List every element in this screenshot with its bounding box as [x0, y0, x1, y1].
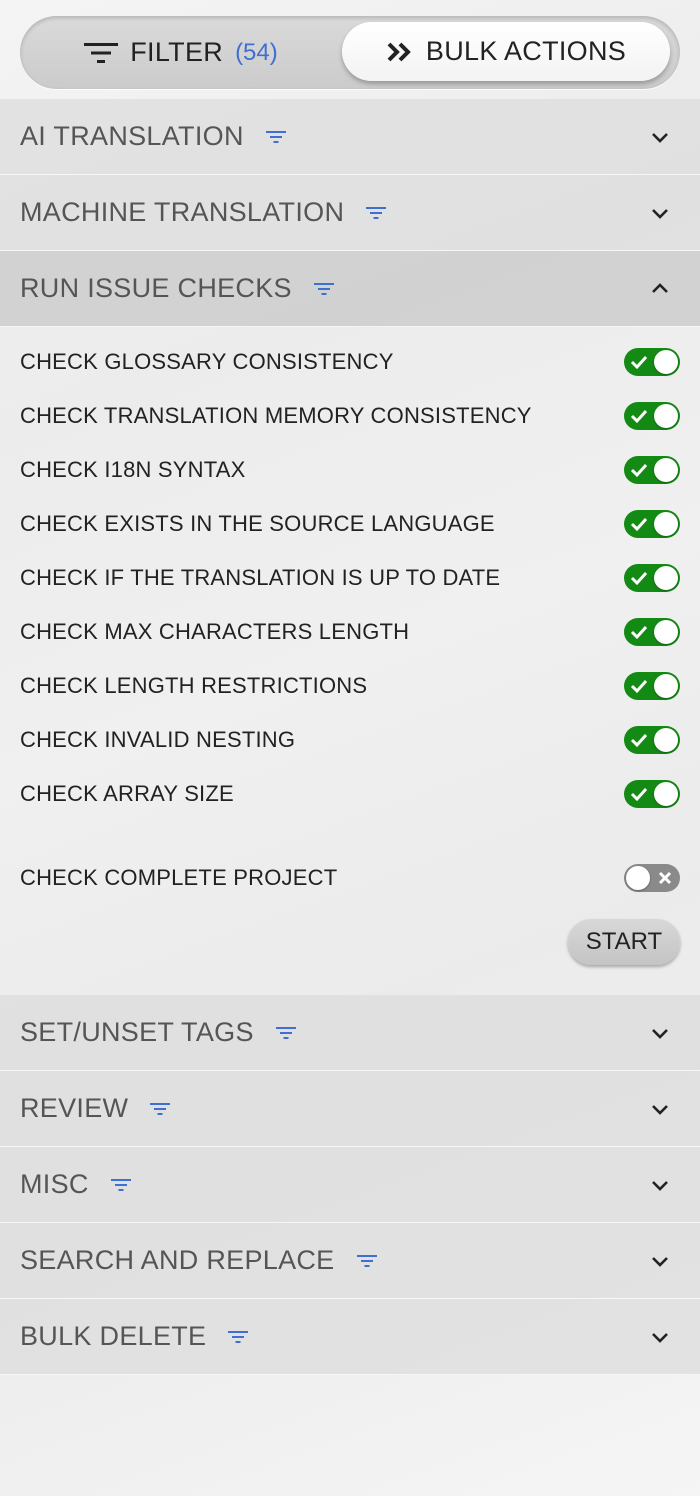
check-label: CHECK ARRAY SIZE	[20, 781, 234, 806]
check-toggle[interactable]	[624, 348, 680, 376]
checkmark-icon	[630, 463, 648, 478]
section-title: MACHINE TRANSLATION	[20, 197, 345, 227]
tab-bulk-actions[interactable]: BULK ACTIONS	[342, 22, 670, 81]
toggle-knob	[654, 728, 678, 752]
complete-project-row: CHECK COMPLETE PROJECT	[20, 851, 680, 905]
check-label: CHECK INVALID NESTING	[20, 727, 296, 752]
tab-bulk-actions-label: BULK ACTIONS	[425, 36, 627, 66]
toggle-knob	[654, 458, 678, 482]
toggle-knob	[654, 350, 678, 374]
check-row: CHECK ARRAY SIZE	[20, 767, 680, 821]
filter-icon	[275, 1025, 296, 1041]
double-chevron-right-icon	[386, 42, 412, 62]
check-toggle[interactable]	[624, 510, 680, 538]
tab-filter-label: FILTER	[130, 37, 224, 67]
filter-icon	[356, 1253, 377, 1269]
close-icon	[658, 871, 672, 885]
check-row: CHECK INVALID NESTING	[20, 713, 680, 767]
section-title: AI TRANSLATION	[20, 121, 244, 151]
section-machine-translation-header[interactable]: MACHINE TRANSLATION	[0, 175, 700, 251]
chevron-down-icon	[650, 127, 670, 147]
checkmark-icon	[630, 571, 648, 586]
start-row: START	[20, 919, 680, 965]
filter-icon	[265, 129, 286, 145]
checkmark-icon	[630, 409, 648, 424]
check-row: CHECK TRANSLATION MEMORY CONSISTENCY	[20, 389, 680, 443]
start-button[interactable]: START	[568, 919, 680, 965]
toggle-knob	[654, 620, 678, 644]
check-label: CHECK LENGTH RESTRICTIONS	[20, 673, 368, 698]
chevron-down-icon	[650, 1251, 670, 1271]
chevron-down-icon	[650, 1023, 670, 1043]
chevron-up-icon	[650, 279, 670, 299]
check-row: CHECK I18N SYNTAX	[20, 443, 680, 497]
check-row: CHECK EXISTS IN THE SOURCE LANGUAGE	[20, 497, 680, 551]
filter-icon	[150, 1101, 171, 1117]
toggle-knob	[654, 782, 678, 806]
section-search-and-replace-header[interactable]: SEARCH AND REPLACE	[0, 1223, 700, 1299]
filter-icon	[110, 1177, 131, 1193]
section-ai-translation-header[interactable]: AI TRANSLATION	[0, 99, 700, 175]
check-row: CHECK MAX CHARACTERS LENGTH	[20, 605, 680, 659]
filter-count-badge: (54)	[235, 38, 278, 66]
tab-filter[interactable]: FILTER (54)	[20, 16, 342, 89]
chevron-down-icon	[650, 203, 670, 223]
section-title: RUN ISSUE CHECKS	[20, 273, 292, 303]
check-toggle[interactable]	[624, 672, 680, 700]
section-review-header[interactable]: REVIEW	[0, 1071, 700, 1147]
check-label: CHECK GLOSSARY CONSISTENCY	[20, 349, 394, 374]
toggle-knob	[654, 566, 678, 590]
section-title: BULK DELETE	[20, 1321, 207, 1351]
check-label: CHECK IF THE TRANSLATION IS UP TO DATE	[20, 565, 501, 590]
section-set-unset-tags-header[interactable]: SET/UNSET TAGS	[0, 995, 700, 1071]
checkmark-icon	[630, 355, 648, 370]
check-toggle[interactable]	[624, 564, 680, 592]
check-toggle[interactable]	[624, 780, 680, 808]
toggle-knob	[654, 674, 678, 698]
filter-icon	[366, 205, 387, 221]
filter-icon	[84, 41, 119, 65]
chevron-down-icon	[650, 1099, 670, 1119]
check-toggle[interactable]	[624, 618, 680, 646]
toggle-knob	[654, 404, 678, 428]
section-bulk-delete-header[interactable]: BULK DELETE	[0, 1299, 700, 1375]
check-label: CHECK TRANSLATION MEMORY CONSISTENCY	[20, 403, 532, 428]
chevron-down-icon	[650, 1175, 670, 1195]
chevron-down-icon	[650, 1327, 670, 1347]
section-misc-header[interactable]: MISC	[0, 1147, 700, 1223]
toggle-knob	[626, 866, 650, 890]
bulk-actions-accordion: AI TRANSLATION MACHINE TRANSLATION RUN I…	[0, 99, 700, 1375]
filter-icon	[313, 281, 334, 297]
checkmark-icon	[630, 679, 648, 694]
view-switcher: FILTER (54) BULK ACTIONS	[20, 16, 680, 89]
section-title: MISC	[20, 1169, 89, 1199]
section-title: SEARCH AND REPLACE	[20, 1245, 335, 1275]
check-label: CHECK EXISTS IN THE SOURCE LANGUAGE	[20, 511, 495, 536]
check-row: CHECK IF THE TRANSLATION IS UP TO DATE	[20, 551, 680, 605]
filter-icon	[228, 1329, 249, 1345]
check-row: CHECK LENGTH RESTRICTIONS	[20, 659, 680, 713]
section-title: REVIEW	[20, 1093, 129, 1123]
checkmark-icon	[630, 733, 648, 748]
checkmark-icon	[630, 625, 648, 640]
complete-project-toggle[interactable]	[624, 864, 680, 892]
check-row: CHECK GLOSSARY CONSISTENCY	[20, 335, 680, 389]
checkmark-icon	[630, 517, 648, 532]
section-title: SET/UNSET TAGS	[20, 1017, 254, 1047]
check-label: CHECK MAX CHARACTERS LENGTH	[20, 619, 410, 644]
section-run-issue-checks-header[interactable]: RUN ISSUE CHECKS	[0, 251, 700, 327]
run-issue-checks-panel: CHECK GLOSSARY CONSISTENCY CHECK TRANSLA…	[0, 327, 700, 995]
check-toggle[interactable]	[624, 726, 680, 754]
toggle-knob	[654, 512, 678, 536]
check-toggle[interactable]	[624, 456, 680, 484]
check-toggle[interactable]	[624, 402, 680, 430]
check-label: CHECK I18N SYNTAX	[20, 457, 246, 482]
checkmark-icon	[630, 787, 648, 802]
complete-project-label: CHECK COMPLETE PROJECT	[20, 865, 338, 890]
